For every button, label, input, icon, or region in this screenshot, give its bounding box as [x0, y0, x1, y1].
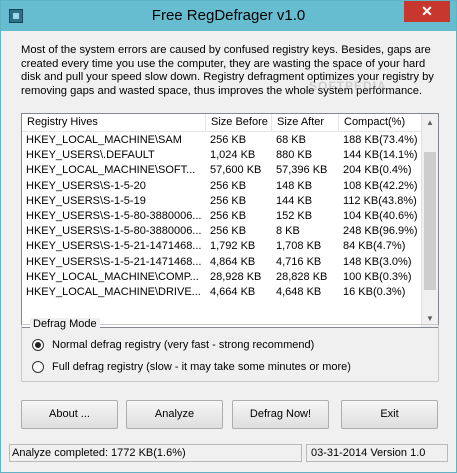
- hive-cell: HKEY_USERS\S-1-5-21-1471468...: [26, 255, 202, 268]
- table-row[interactable]: HKEY_LOCAL_MACHINE\SAM 256 KB 68 KB 188 KB(…: [22, 133, 422, 148]
- size-after-cell: 4,716 KB: [276, 255, 322, 268]
- exit-button[interactable]: Exit: [341, 400, 438, 429]
- normal-defrag-label: Normal defrag registry (very fast - stro…: [52, 339, 315, 351]
- compact-cell: 112 KB(43.8%): [343, 194, 417, 207]
- hive-cell: HKEY_USERS\S-1-5-20: [26, 179, 146, 192]
- table-row[interactable]: HKEY_USERS\S-1-5-19 256 KB 144 KB 112 KB(43…: [22, 194, 422, 209]
- defrag-mode-legend: Defrag Mode: [30, 318, 100, 330]
- size-before-cell: 256 KB: [210, 225, 247, 238]
- defrag-mode-group: Defrag Mode Normal defrag registry (very…: [21, 318, 439, 382]
- compact-cell: 16 KB(0.3%): [343, 285, 406, 298]
- compact-cell: 108 KB(42.2%): [343, 179, 418, 192]
- defrag-now-button[interactable]: Defrag Now!: [232, 400, 329, 429]
- compact-cell: 188 KB(73.4%): [343, 134, 418, 146]
- table-row[interactable]: HKEY_USERS\S-1-5-21-1471468... 1,792 KB 1,…: [22, 239, 422, 254]
- status-bar: Analyze completed: 1772 KB(1.6%) 03-31-2…: [9, 444, 448, 464]
- hive-cell: HKEY_USERS\S-1-5-21-1471468...: [26, 240, 202, 253]
- table-row[interactable]: HKEY_USERS\S-1-5-21-1471468... 4,864 KB 4,…: [22, 255, 422, 270]
- hive-cell: HKEY_USERS\.DEFAULT: [26, 149, 155, 162]
- column-header-registry-hives[interactable]: Registry Hives: [22, 114, 206, 132]
- size-after-cell: 152 KB: [276, 209, 313, 222]
- hive-cell: HKEY_LOCAL_MACHINE\SAM: [26, 134, 182, 146]
- size-before-cell: 1,024 KB: [210, 149, 256, 162]
- table-row[interactable]: HKEY_USERS\.DEFAULT 1,024 KB 880 KB 144 KB(…: [22, 148, 422, 163]
- close-button[interactable]: ✕: [404, 1, 450, 22]
- scroll-thumb[interactable]: [424, 152, 436, 290]
- size-before-cell: 28,928 KB: [210, 270, 262, 283]
- size-before-cell: 256 KB: [210, 179, 247, 192]
- table-row[interactable]: HKEY_USERS\S-1-5-20 256 KB 148 KB 108 KB(42…: [22, 179, 422, 194]
- size-after-cell: 4,648 KB: [276, 285, 322, 298]
- vertical-scrollbar[interactable]: ▲ ▼: [421, 114, 438, 327]
- title-bar[interactable]: Free RegDefrager v1.0 ✕: [1, 1, 456, 31]
- size-after-cell: 8 KB: [276, 225, 300, 238]
- hive-cell: HKEY_USERS\S-1-5-80-3880006...: [26, 209, 202, 222]
- table-row[interactable]: HKEY_USERS\S-1-5-80-3880006... 256 KB 8 KB…: [22, 224, 422, 239]
- hive-cell: HKEY_LOCAL_MACHINE\COMP...: [26, 270, 199, 283]
- size-after-cell: 144 KB: [276, 194, 313, 207]
- status-analyze-result: Analyze completed: 1772 KB(1.6%): [9, 444, 302, 462]
- compact-cell: 144 KB(14.1%): [343, 149, 418, 162]
- size-after-cell: 1,708 KB: [276, 240, 322, 253]
- compact-cell: 84 KB(4.7%): [343, 240, 406, 253]
- column-header-size-before[interactable]: Size Before: [206, 114, 272, 132]
- normal-defrag-radio[interactable]: [32, 339, 44, 351]
- list-header: Registry Hives Size Before Size After Co…: [22, 114, 422, 132]
- full-defrag-label: Full defrag registry (slow - it may take…: [52, 361, 351, 373]
- size-before-cell: 256 KB: [210, 209, 247, 222]
- table-row[interactable]: HKEY_LOCAL_MACHINE\SOFT... 57,600 KB 57,39…: [22, 163, 422, 178]
- scroll-up-arrow-icon[interactable]: ▲: [422, 114, 438, 131]
- size-before-cell: 4,864 KB: [210, 255, 256, 268]
- analyze-button[interactable]: Analyze: [126, 400, 223, 429]
- status-version: 03-31-2014 Version 1.0: [306, 444, 448, 462]
- hive-cell: HKEY_LOCAL_MACHINE\DRIVE...: [26, 285, 201, 298]
- watermark: SOFTPEDIA: [309, 79, 387, 93]
- compact-cell: 148 KB(3.0%): [343, 255, 412, 268]
- client-area: Most of the system errors are caused by …: [9, 31, 448, 466]
- about-button[interactable]: About ...: [21, 400, 118, 429]
- size-after-cell: 148 KB: [276, 179, 313, 192]
- hive-cell: HKEY_USERS\S-1-5-19: [26, 194, 146, 207]
- table-row[interactable]: HKEY_LOCAL_MACHINE\DRIVE... 4,664 KB 4,648…: [22, 285, 422, 300]
- size-after-cell: 28,828 KB: [276, 270, 328, 283]
- table-row[interactable]: HKEY_USERS\S-1-5-80-3880006... 256 KB 152 …: [22, 209, 422, 224]
- compact-cell: 248 KB(96.9%): [343, 225, 418, 238]
- window-title: Free RegDefrager v1.0: [151, 7, 306, 24]
- size-before-cell: 57,600 KB: [210, 164, 262, 177]
- size-before-cell: 256 KB: [210, 134, 247, 146]
- full-defrag-option[interactable]: Full defrag registry (slow - it may take…: [32, 361, 351, 373]
- column-header-size-after[interactable]: Size After: [272, 114, 339, 132]
- app-window: Free RegDefrager v1.0 ✕ Most of the syst…: [0, 0, 457, 473]
- compact-cell: 104 KB(40.6%): [343, 209, 418, 222]
- size-after-cell: 57,396 KB: [276, 164, 328, 177]
- hive-cell: HKEY_USERS\S-1-5-80-3880006...: [26, 225, 202, 238]
- list-rows: HKEY_LOCAL_MACHINE\SAM 256 KB 68 KB 188 KB(…: [22, 133, 422, 300]
- column-header-compact[interactable]: Compact(%): [339, 114, 422, 132]
- size-after-cell: 68 KB: [276, 134, 306, 146]
- registry-hives-list[interactable]: Registry Hives Size Before Size After Co…: [21, 113, 439, 328]
- size-after-cell: 880 KB: [276, 149, 313, 162]
- hive-cell: HKEY_LOCAL_MACHINE\SOFT...: [26, 164, 196, 177]
- size-before-cell: 1,792 KB: [210, 240, 256, 253]
- size-before-cell: 4,664 KB: [210, 285, 256, 298]
- normal-defrag-option[interactable]: Normal defrag registry (very fast - stro…: [32, 339, 314, 351]
- table-row[interactable]: HKEY_LOCAL_MACHINE\COMP... 28,928 KB 28,82…: [22, 270, 422, 285]
- size-before-cell: 256 KB: [210, 194, 247, 207]
- compact-cell: 100 KB(0.3%): [343, 270, 412, 283]
- compact-cell: 204 KB(0.4%): [343, 164, 412, 177]
- full-defrag-radio[interactable]: [32, 361, 44, 373]
